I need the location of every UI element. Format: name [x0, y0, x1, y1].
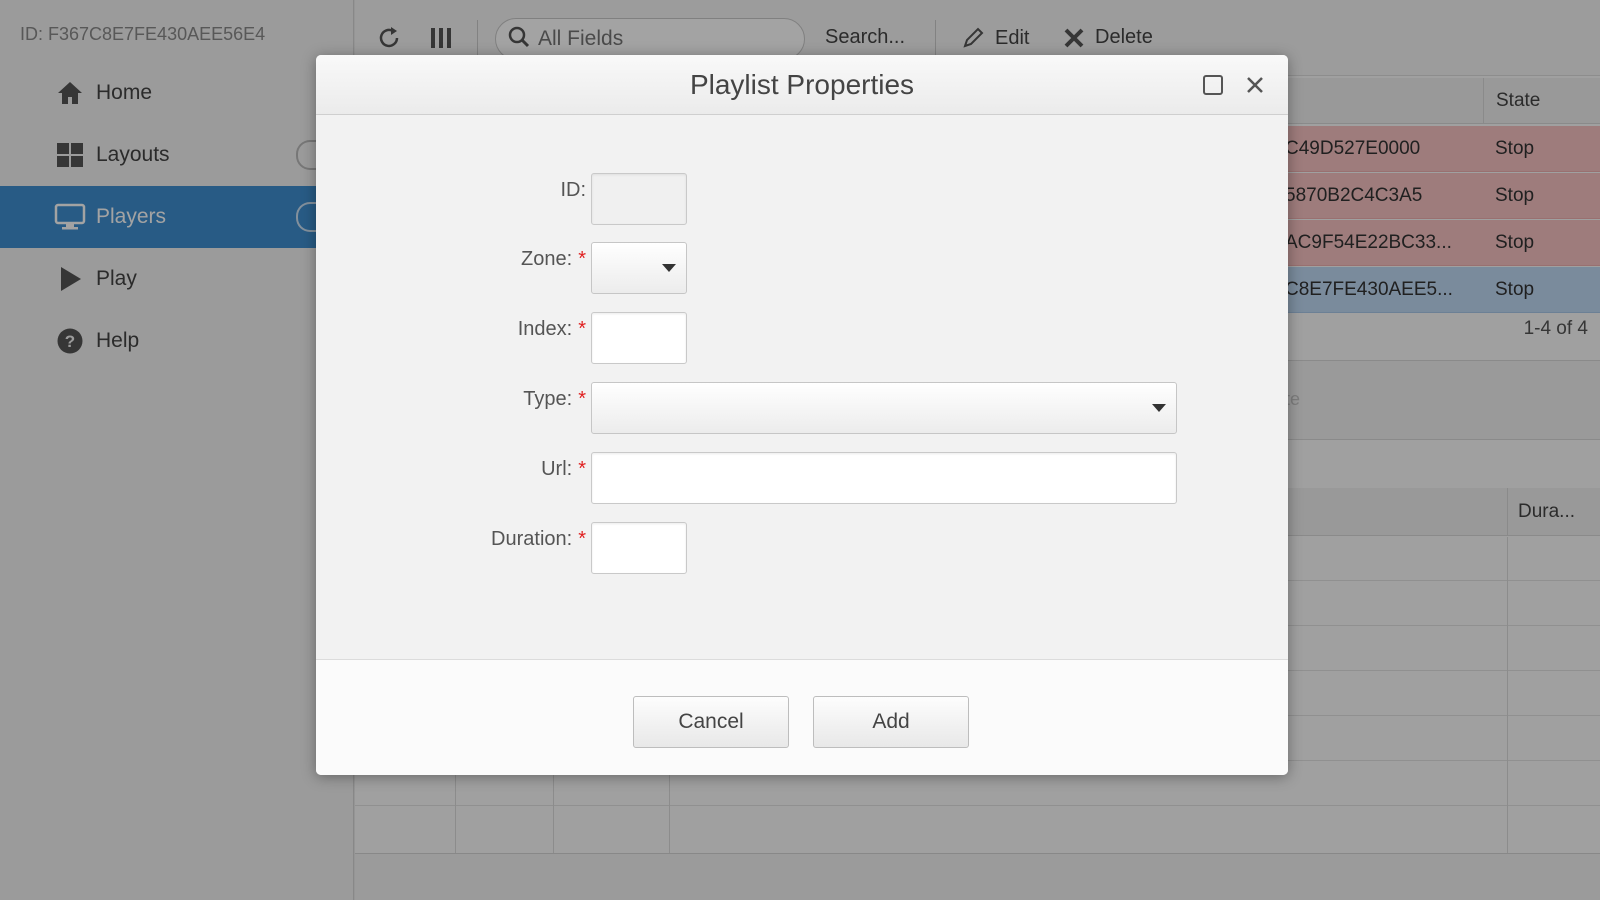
type-select[interactable] [591, 382, 1177, 434]
index-label: Index: * [316, 318, 586, 341]
cancel-button[interactable]: Cancel [633, 696, 789, 748]
chevron-down-icon [662, 264, 676, 272]
zone-select[interactable] [591, 242, 687, 294]
close-icon[interactable] [1242, 72, 1268, 98]
required-marker: * [578, 528, 586, 550]
required-marker: * [578, 248, 586, 270]
url-input[interactable] [592, 453, 1176, 503]
url-label: Url: * [316, 458, 586, 481]
dialog-title: Playlist Properties [689, 69, 915, 100]
type-label: Type: * [316, 388, 586, 411]
duration-label-text: Duration: [491, 528, 573, 550]
index-label-text: Index: [517, 318, 573, 340]
url-label-text: Url: [541, 458, 573, 480]
required-marker: * [578, 458, 586, 480]
maximize-icon[interactable] [1200, 72, 1226, 98]
id-label-text: ID: [560, 179, 586, 201]
id-field [591, 173, 687, 225]
dialog-footer: Cancel Add [316, 659, 1288, 775]
required-marker: * [578, 388, 586, 410]
duration-field[interactable] [591, 522, 687, 574]
chevron-down-icon [1152, 404, 1166, 412]
duration-label: Duration: * [316, 528, 586, 551]
zone-label: Zone: * [316, 248, 586, 271]
url-field[interactable] [591, 452, 1177, 504]
type-label-text: Type: [523, 388, 573, 410]
zone-label-text: Zone: [521, 248, 573, 270]
required-marker: * [578, 318, 586, 340]
id-label: ID: [316, 179, 586, 202]
index-field[interactable] [591, 312, 687, 364]
index-input[interactable] [592, 313, 686, 363]
add-button[interactable]: Add [813, 696, 969, 748]
playlist-properties-dialog: Playlist Properties ID: Zone: * Index: * T… [316, 55, 1288, 775]
dialog-header[interactable]: Playlist Properties [316, 55, 1288, 115]
duration-input[interactable] [592, 523, 686, 573]
id-input [592, 174, 686, 224]
